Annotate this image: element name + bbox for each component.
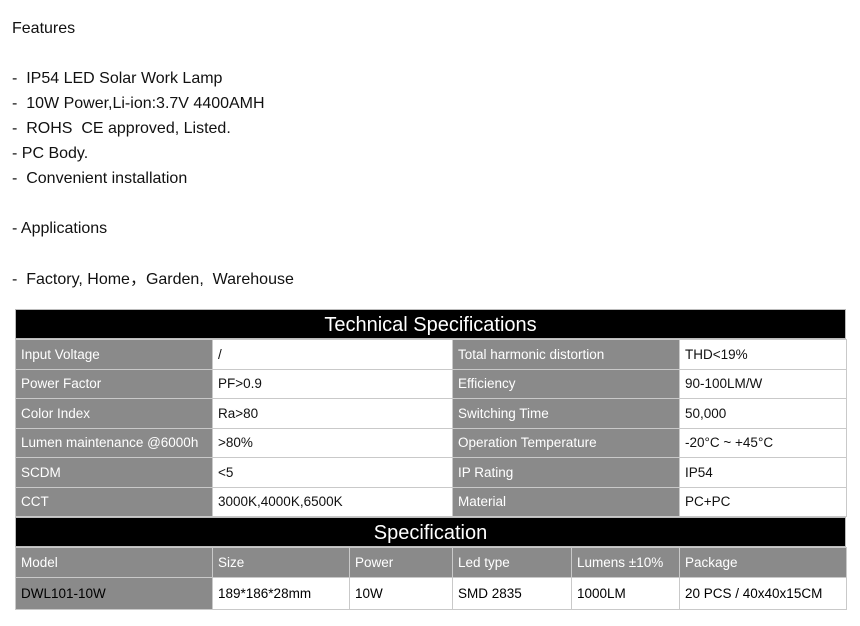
table-cell: 20 PCS / 40x40x15CM: [679, 577, 847, 610]
table-cell: 189*186*28mm: [212, 577, 350, 610]
spec-value: >80%: [212, 427, 453, 458]
table-row: Power Factor PF>0.9 Efficiency 90-100LM/…: [15, 368, 847, 399]
spec-label: Efficiency: [452, 368, 680, 399]
spec-value: PC+PC: [679, 486, 847, 517]
spec-label: Operation Temperature: [452, 427, 680, 458]
column-header: Size: [212, 547, 350, 578]
column-header: Led type: [452, 547, 572, 578]
spec-label: SCDM: [15, 457, 213, 488]
model-cell: DWL101-10W: [15, 577, 213, 610]
spec-label: IP Rating: [452, 457, 680, 488]
spec-value: IP54: [679, 457, 847, 488]
spec-value: 90-100LM/W: [679, 368, 847, 399]
spec-label: CCT: [15, 486, 213, 517]
table-row: Color Index Ra>80 Switching Time 50,000: [15, 398, 847, 429]
spec-label: Total harmonic distortion: [452, 339, 680, 370]
spec-value: PF>0.9: [212, 368, 453, 399]
spec-value: 3000K,4000K,6500K: [212, 486, 453, 517]
spec-label: Color Index: [15, 398, 213, 429]
feature-item: - PC Body.: [12, 145, 89, 162]
table-cell: SMD 2835: [452, 577, 572, 610]
tech-specs-title: Technical Specifications: [15, 309, 846, 339]
tech-specs-table: Input Voltage / Total harmonic distortio…: [15, 339, 847, 517]
table-header-row: Model Size Power Led type Lumens ±10% Pa…: [15, 547, 847, 578]
feature-item: - 10W Power,Li-ion:3.7V 4400AMH: [12, 95, 265, 112]
spec-label: Power Factor: [15, 368, 213, 399]
applications-title: - Applications: [12, 220, 108, 237]
column-header: Model: [15, 547, 213, 578]
column-header: Lumens ±10%: [571, 547, 680, 578]
spec-value: <5: [212, 457, 453, 488]
applications-items: - Factory, Home，Garden, Warehouse: [12, 271, 294, 288]
table-row: CCT 3000K,4000K,6500K Material PC+PC: [15, 486, 847, 517]
spec-value: Ra>80: [212, 398, 453, 429]
table-row: Input Voltage / Total harmonic distortio…: [15, 339, 847, 370]
specification-title: Specification: [15, 517, 846, 547]
table-cell: 10W: [349, 577, 453, 610]
spec-label: Material: [452, 486, 680, 517]
spec-value: THD<19%: [679, 339, 847, 370]
features-title: Features: [12, 20, 76, 37]
specification-table: Model Size Power Led type Lumens ±10% Pa…: [15, 547, 847, 610]
column-header: Package: [679, 547, 847, 578]
table-row: DWL101-10W 189*186*28mm 10W SMD 2835 100…: [15, 577, 847, 610]
table-row: Lumen maintenance @6000h >80% Operation …: [15, 427, 847, 458]
spec-label: Input Voltage: [15, 339, 213, 370]
feature-item: - ROHS CE approved, Listed.: [12, 120, 231, 137]
spec-sheet: Technical Specifications Input Voltage /…: [15, 309, 847, 610]
feature-item: - Convenient installation: [12, 170, 188, 187]
spec-label: Switching Time: [452, 398, 680, 429]
spec-value: 50,000: [679, 398, 847, 429]
spec-label: Lumen maintenance @6000h: [15, 427, 213, 458]
table-cell: 1000LM: [571, 577, 680, 610]
spec-value: /: [212, 339, 453, 370]
table-row: SCDM <5 IP Rating IP54: [15, 457, 847, 488]
feature-item: - IP54 LED Solar Work Lamp: [12, 70, 223, 87]
column-header: Power: [349, 547, 453, 578]
spec-value: -20°C ~ +45°C: [679, 427, 847, 458]
